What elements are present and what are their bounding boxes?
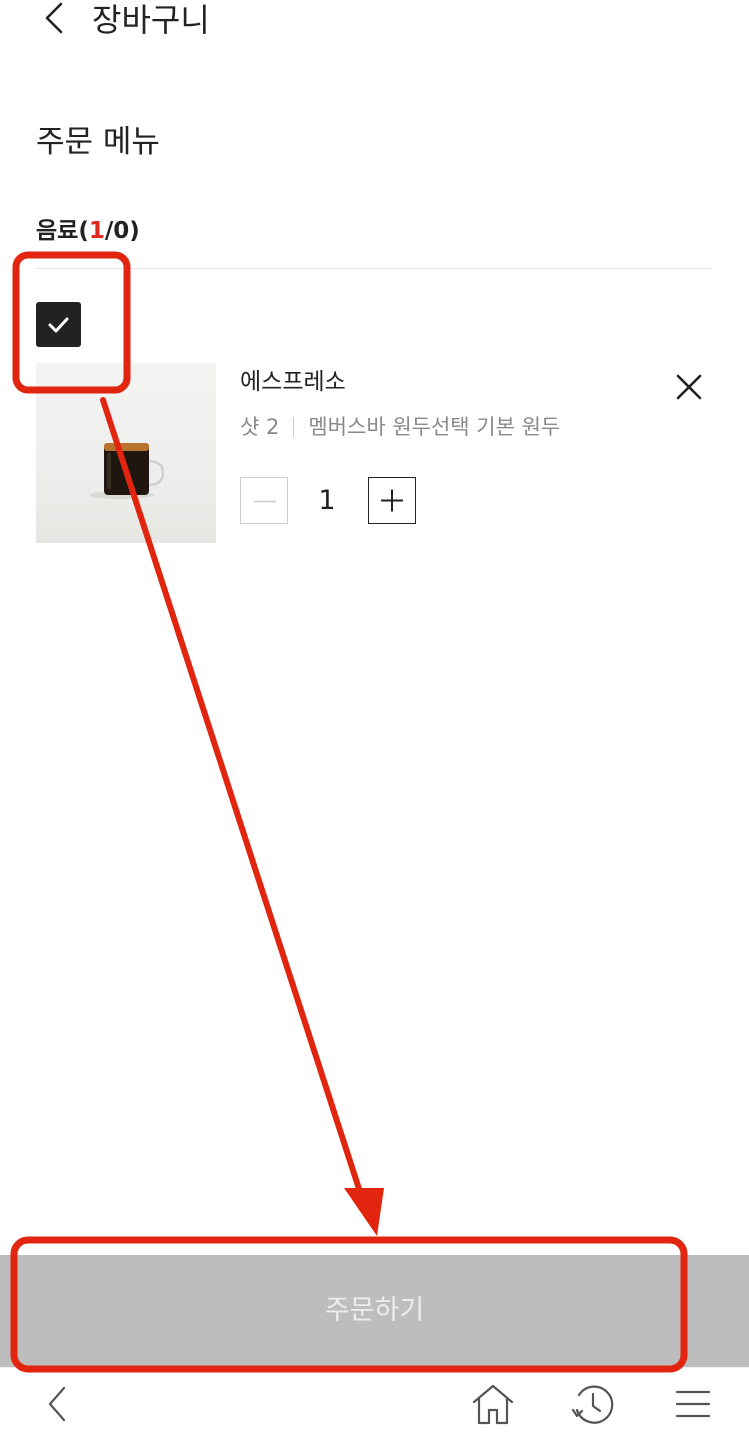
divider	[36, 268, 713, 269]
chevron-left-icon	[45, 2, 63, 34]
option-shot: 샷 2	[240, 415, 280, 439]
header: 장바구니	[0, 0, 749, 60]
selected-count: 1	[88, 218, 105, 244]
back-button[interactable]	[36, 0, 76, 40]
menu-icon	[675, 1390, 711, 1418]
nav-history-button[interactable]	[569, 1380, 617, 1428]
quantity-value: 1	[318, 485, 336, 516]
espresso-cup-image	[90, 443, 165, 499]
option-bean: 멤버스바 원두선택 기본 원두	[308, 415, 561, 439]
product-image[interactable]	[36, 363, 216, 543]
nav-home-button[interactable]	[469, 1380, 517, 1428]
nav-back-button[interactable]	[32, 1380, 80, 1428]
bottom-nav	[0, 1367, 749, 1440]
annotation-arrow-head	[344, 1188, 384, 1236]
option-separator	[293, 417, 295, 437]
page-title: 장바구니	[92, 1, 210, 39]
nav-menu-button[interactable]	[669, 1380, 717, 1428]
quantity-increase-button[interactable]	[368, 477, 416, 524]
minus-icon	[254, 500, 276, 503]
quantity-decrease-button[interactable]	[240, 477, 288, 524]
history-icon	[571, 1385, 614, 1424]
home-icon	[472, 1384, 514, 1425]
category-label: 음료(1/0)	[36, 214, 140, 248]
category-count-rest: /0)	[104, 218, 140, 244]
item-options: 샷 2 멤버스바 원두선택 기본 원두	[240, 410, 560, 444]
plus-icon	[381, 489, 403, 512]
remove-item-button[interactable]	[672, 370, 706, 404]
order-button[interactable]: 주문하기	[0, 1255, 749, 1367]
category-name: 음료(	[36, 218, 89, 244]
product-name: 에스프레소	[240, 369, 346, 395]
checkmark-icon	[48, 317, 69, 333]
chevron-left-icon	[48, 1386, 66, 1422]
order-button-label: 주문하기	[324, 1295, 425, 1326]
close-icon	[676, 374, 702, 400]
section-title: 주문 메뉴	[36, 124, 160, 160]
item-checkbox[interactable]	[36, 302, 81, 347]
